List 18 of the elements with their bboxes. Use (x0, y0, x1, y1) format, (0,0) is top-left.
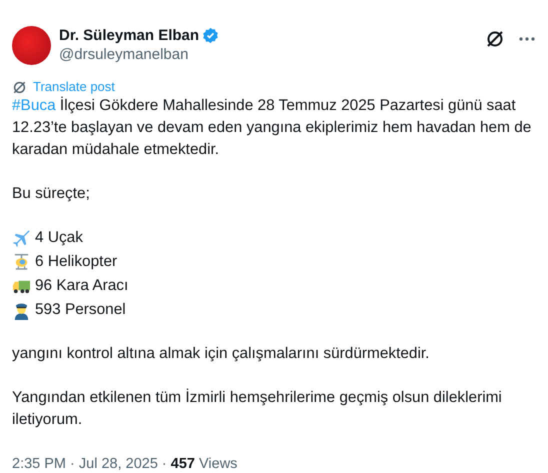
post-text: Yangından etkilenen tüm İzmirli hemşehrilerime geçmiş olsun dileklerimi iletiyorum. (12, 388, 503, 430)
author-handle[interactable]: @drsuleymanelban (59, 45, 477, 65)
resource-text: 4 Uçak (35, 228, 83, 248)
resource-text: 96 Kara Aracı (35, 276, 128, 296)
post-meta: 2:35 PM · Jul 28, 2025 · 457 Views (12, 455, 238, 473)
author-name[interactable]: Dr. Süleyman Elban (59, 26, 200, 45)
translate-icon (12, 80, 27, 94)
resource-text: 6 Helikopter (35, 252, 118, 272)
slashed-circle-icon[interactable] (485, 29, 505, 49)
officer-icon (12, 300, 31, 320)
post-text: yangını kontrol altına almak için çalışmalarını sürdürmektedir. (12, 344, 430, 364)
airplane-icon (12, 228, 31, 248)
avatar[interactable] (12, 26, 51, 65)
more-icon[interactable] (519, 37, 535, 41)
resource-text: 593 Personel (35, 300, 126, 320)
helicopter-icon (12, 252, 31, 272)
post-text: Bu süreçte; (12, 184, 91, 204)
post-text: #Buca İlçesi Gökdere Mahallesinde 28 Temmuz 2025 Pazartesi günü saat 12.23’te başlayan ve devam eden yangına ekiplerimiz hem havadan hem de karadan müdahale etmektedir. (12, 96, 532, 160)
